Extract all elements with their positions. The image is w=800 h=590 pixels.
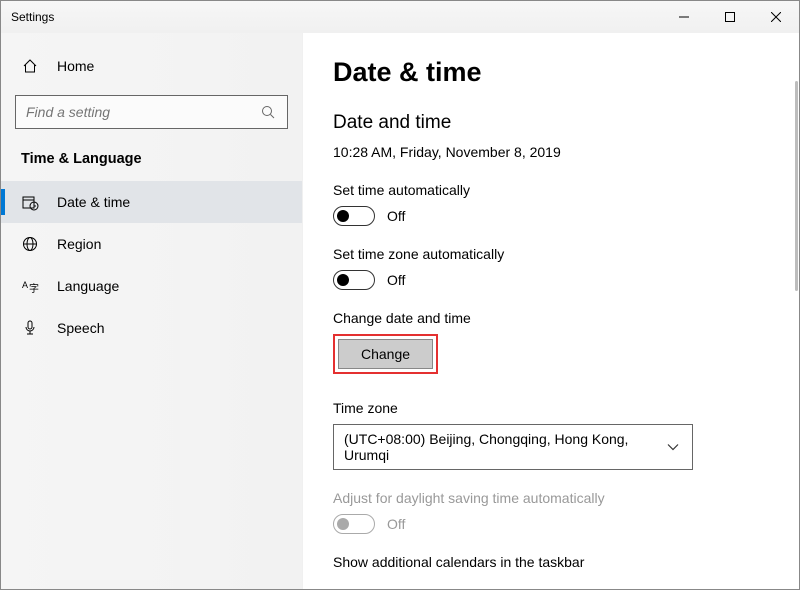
set-tz-auto-state: Off [387,272,405,288]
page-title: Date & time [333,57,769,88]
calendar-clock-icon [21,193,39,211]
sidebar: Home Time & Language Date & time Region [1,33,303,589]
set-tz-auto-block: Set time zone automatically Off [333,246,769,290]
sidebar-item-date-time[interactable]: Date & time [1,181,302,223]
set-tz-auto-label: Set time zone automatically [333,246,769,262]
dst-block: Adjust for daylight saving time automati… [333,490,769,534]
time-zone-select[interactable]: (UTC+08:00) Beijing, Chongqing, Hong Kon… [333,424,693,470]
sidebar-item-label: Language [57,278,119,294]
dst-label: Adjust for daylight saving time automati… [333,490,769,506]
window-controls [661,1,799,33]
time-zone-label: Time zone [333,400,769,416]
search-box[interactable] [15,95,288,129]
sidebar-item-label: Date & time [57,194,130,210]
window-title: Settings [11,10,54,24]
time-zone-block: Time zone (UTC+08:00) Beijing, Chongqing… [333,400,769,470]
microphone-icon [21,319,39,337]
scrollbar[interactable] [793,33,798,588]
svg-text:A: A [22,280,28,290]
set-tz-auto-toggle[interactable] [333,270,375,290]
change-button[interactable]: Change [338,339,433,369]
category-heading: Time & Language [1,129,302,181]
titlebar: Settings [1,1,799,33]
search-container [15,95,288,129]
scrollbar-thumb[interactable] [795,81,798,291]
home-nav[interactable]: Home [1,51,302,81]
set-time-auto-block: Set time automatically Off [333,182,769,226]
search-icon [259,103,277,121]
maximize-button[interactable] [707,1,753,33]
dst-toggle [333,514,375,534]
sidebar-item-label: Region [57,236,101,252]
language-icon: A字 [21,277,39,295]
time-zone-value: (UTC+08:00) Beijing, Chongqing, Hong Kon… [344,431,665,463]
sidebar-item-region[interactable]: Region [1,223,302,265]
content: Home Time & Language Date & time Region [1,33,799,589]
main-panel: Date & time Date and time 10:28 AM, Frid… [303,33,799,589]
set-time-auto-toggle[interactable] [333,206,375,226]
sidebar-item-speech[interactable]: Speech [1,307,302,349]
current-datetime: 10:28 AM, Friday, November 8, 2019 [333,144,769,160]
highlight-annotation: Change [333,334,438,374]
globe-icon [21,235,39,253]
home-label: Home [57,58,94,74]
close-button[interactable] [753,1,799,33]
section-heading: Date and time [333,112,769,134]
home-icon [21,57,39,75]
change-date-time-label: Change date and time [333,310,769,326]
change-date-time-block: Change date and time Change [333,310,769,374]
dst-state: Off [387,516,405,532]
sidebar-item-language[interactable]: A字 Language [1,265,302,307]
additional-calendars-label: Show additional calendars in the taskbar [333,554,769,570]
chevron-down-icon [665,438,682,456]
set-time-auto-state: Off [387,208,405,224]
minimize-button[interactable] [661,1,707,33]
set-time-auto-label: Set time automatically [333,182,769,198]
svg-text:字: 字 [29,282,39,294]
sidebar-item-label: Speech [57,320,104,336]
search-input[interactable] [26,104,259,120]
